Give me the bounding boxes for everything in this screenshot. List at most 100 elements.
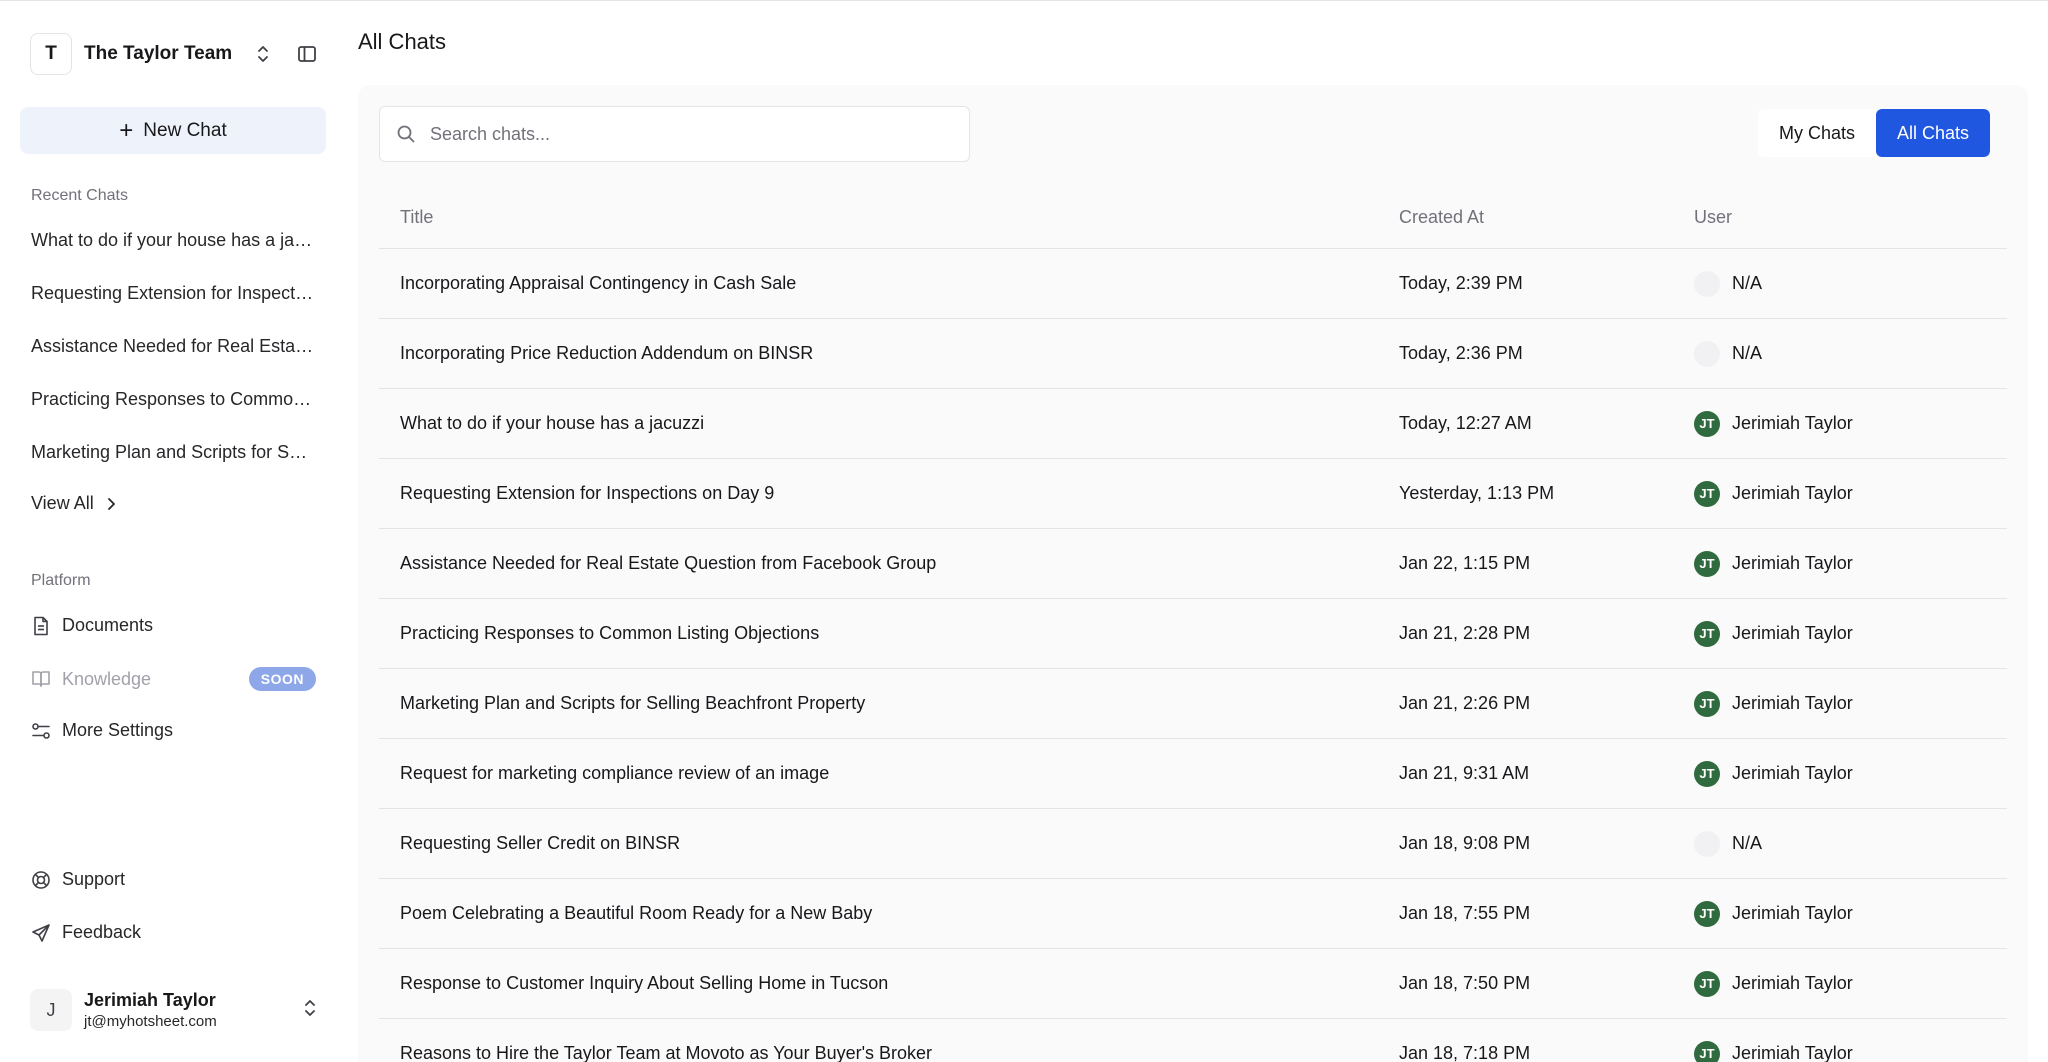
nav-documents[interactable]: Documents <box>31 615 316 636</box>
avatar <box>1694 270 1720 297</box>
user-name: Jerimiah Taylor <box>1732 903 1853 923</box>
chat-created-at: Today, 2:39 PM <box>1399 273 1523 293</box>
chat-user: JT Jerimiah Taylor <box>1694 480 2007 507</box>
user-name: Jerimiah Taylor <box>1732 623 1853 643</box>
nav-more-settings-label: More Settings <box>62 720 174 740</box>
nav-feedback[interactable]: Feedback <box>31 922 316 943</box>
nav-support[interactable]: Support <box>31 869 316 890</box>
avatar: J <box>30 989 72 1031</box>
chat-title: Assistance Needed for Real Estate Questi… <box>400 553 937 573</box>
table-row[interactable]: Practicing Responses to Common Listing O… <box>379 599 2007 669</box>
recent-chat-item[interactable]: Assistance Needed for Real Estate Questi… <box>31 336 316 357</box>
table-row[interactable]: Requesting Seller Credit on BINSR Jan 18,… <box>379 809 2007 879</box>
team-avatar: T <box>30 33 72 75</box>
chat-user: JT Jerimiah Taylor <box>1694 410 2007 437</box>
user-email: jt@myhotsheet.com <box>84 1013 217 1030</box>
new-chat-button[interactable]: + New Chat <box>20 107 326 154</box>
table-row[interactable]: Reasons to Hire the Taylor Team at Movot… <box>379 1019 2007 1062</box>
chat-created-at: Yesterday, 1:13 PM <box>1399 483 1555 503</box>
chat-title: Response to Customer Inquiry About Selli… <box>400 973 889 993</box>
chat-user: JT Jerimiah Taylor <box>1694 690 2007 717</box>
nav-feedback-label: Feedback <box>62 922 142 942</box>
avatar: JT <box>1694 1040 1720 1062</box>
column-header-title[interactable]: Title <box>379 207 1399 228</box>
table-row[interactable]: What to do if your house has a jacuzzi To… <box>379 389 2007 459</box>
search-input[interactable] <box>430 123 969 145</box>
column-header-created-at[interactable]: Created At <box>1399 207 1694 228</box>
chat-user: JT Jerimiah Taylor <box>1694 620 2007 647</box>
search-box[interactable] <box>379 106 970 162</box>
chat-title: Incorporating Price Reduction Addendum o… <box>400 343 814 363</box>
table-row[interactable]: Marketing Plan and Scripts for Selling B… <box>379 669 2007 739</box>
avatar: JT <box>1694 760 1720 787</box>
chat-user: JT Jerimiah Taylor <box>1694 550 2007 577</box>
recent-chat-item[interactable]: Requesting Extension for Inspections on … <box>31 283 316 304</box>
avatar <box>1694 830 1720 857</box>
chat-created-at: Jan 21, 2:26 PM <box>1399 693 1531 713</box>
chat-created-at: Today, 12:27 AM <box>1399 413 1532 433</box>
send-icon <box>31 923 51 943</box>
plus-icon: + <box>119 116 134 144</box>
table-row[interactable]: Assistance Needed for Real Estate Questi… <box>379 529 2007 599</box>
column-header-user[interactable]: User <box>1694 207 2007 228</box>
team-switcher[interactable]: T The Taylor Team <box>30 33 320 75</box>
table-row[interactable]: Incorporating Appraisal Contingency in C… <box>379 249 2007 319</box>
team-name: The Taylor Team <box>84 43 233 64</box>
new-chat-label: New Chat <box>143 119 227 141</box>
my-chats-button[interactable]: My Chats <box>1758 109 1877 157</box>
table-row[interactable]: Incorporating Price Reduction Addendum o… <box>379 319 2007 389</box>
chat-created-at: Jan 18, 7:50 PM <box>1399 973 1531 993</box>
nav-knowledge: Knowledge SOON <box>31 667 316 691</box>
chat-created-at: Today, 2:36 PM <box>1399 343 1523 363</box>
chat-title: Practicing Responses to Common Listing O… <box>400 623 820 643</box>
table-row[interactable]: Request for marketing compliance review … <box>379 739 2007 809</box>
chat-created-at: Jan 21, 9:31 AM <box>1399 763 1530 783</box>
recent-chat-item[interactable]: Marketing Plan and Scripts for Selling B… <box>31 442 316 463</box>
sidebar-toggle-icon[interactable] <box>294 41 320 67</box>
chat-title: Marketing Plan and Scripts for Selling B… <box>400 693 866 713</box>
page-title: All Chats <box>358 29 447 54</box>
soon-badge: SOON <box>248 667 316 691</box>
chat-title: Incorporating Appraisal Contingency in C… <box>400 273 797 293</box>
chat-title: Requesting Extension for Inspections on … <box>400 483 775 503</box>
chat-user: JT Jerimiah Taylor <box>1694 760 2007 787</box>
account-menu[interactable]: J Jerimiah Taylor jt@myhotsheet.com <box>30 987 320 1033</box>
nav-documents-label: Documents <box>62 615 154 635</box>
avatar <box>1694 340 1720 367</box>
table-row[interactable]: Response to Customer Inquiry About Selli… <box>379 949 2007 1019</box>
platform-heading: Platform <box>31 572 91 589</box>
user-name: Jerimiah Taylor <box>1732 483 1853 503</box>
table-row[interactable]: Poem Celebrating a Beautiful Room Ready … <box>379 879 2007 949</box>
chat-title: What to do if your house has a jacuzzi <box>400 413 705 433</box>
user-name: Jerimiah Taylor <box>84 990 216 1010</box>
document-icon <box>31 616 51 636</box>
user-name: Jerimiah Taylor <box>1732 413 1853 433</box>
nav-support-label: Support <box>62 869 126 889</box>
user-meta: Jerimiah Taylor jt@myhotsheet.com <box>84 990 302 1030</box>
book-icon <box>31 669 51 689</box>
chat-user: JT Jerimiah Taylor <box>1694 1040 2007 1062</box>
chat-user: N/A <box>1694 270 2007 297</box>
table-header: Title Created At User <box>379 187 2007 249</box>
chats-table: Title Created At User Incorporating Appr… <box>379 187 2007 1062</box>
user-name: Jerimiah Taylor <box>1732 553 1853 573</box>
all-chats-button[interactable]: All Chats <box>1876 109 1991 157</box>
chat-user: JT Jerimiah Taylor <box>1694 970 2007 997</box>
avatar: JT <box>1694 900 1720 927</box>
table-row[interactable]: Requesting Extension for Inspections on … <box>379 459 2007 529</box>
lifebuoy-icon <box>31 870 51 890</box>
chat-user: N/A <box>1694 830 2007 857</box>
recent-chat-item[interactable]: Practicing Responses to Common Listing O… <box>31 389 316 410</box>
view-all-link[interactable]: View All <box>31 493 116 514</box>
chevron-up-down-icon[interactable] <box>250 41 276 67</box>
chat-user: N/A <box>1694 340 2007 367</box>
sliders-icon <box>31 721 51 741</box>
user-name: Jerimiah Taylor <box>1732 973 1853 993</box>
user-name: Jerimiah Taylor <box>1732 1043 1853 1062</box>
recent-chat-item[interactable]: What to do if your house has a jacuzzi <box>31 230 316 251</box>
chevron-up-down-icon[interactable] <box>302 998 318 1023</box>
nav-more-settings[interactable]: More Settings <box>31 720 316 741</box>
chat-created-at: Jan 21, 2:28 PM <box>1399 623 1531 643</box>
chat-scope-toggle: My Chats All Chats <box>1758 109 1991 157</box>
view-all-label: View All <box>31 493 94 513</box>
